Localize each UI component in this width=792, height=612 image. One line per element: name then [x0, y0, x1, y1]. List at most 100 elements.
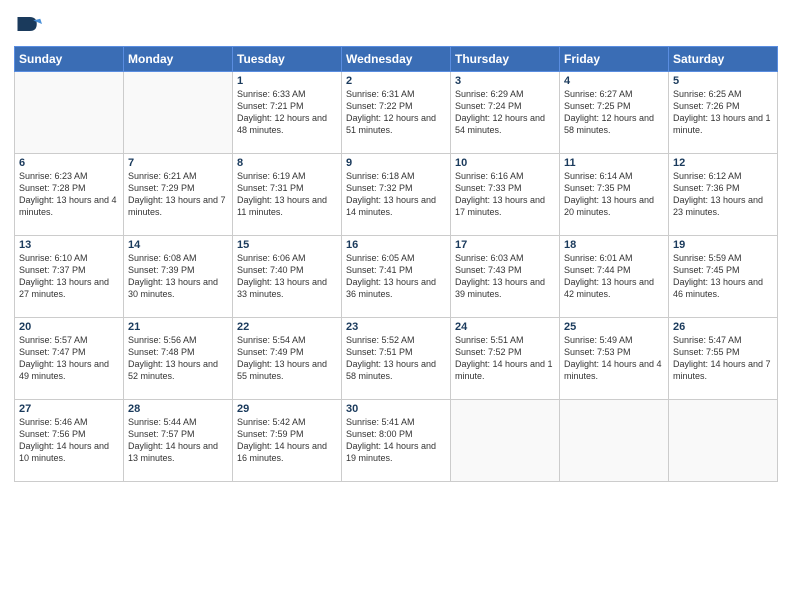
day-cell: [15, 72, 124, 154]
day-info: Sunrise: 6:08 AM Sunset: 7:39 PM Dayligh…: [128, 252, 228, 301]
weekday-header-monday: Monday: [124, 47, 233, 72]
day-cell: 11Sunrise: 6:14 AM Sunset: 7:35 PM Dayli…: [560, 154, 669, 236]
day-info: Sunrise: 5:54 AM Sunset: 7:49 PM Dayligh…: [237, 334, 337, 383]
day-cell: 29Sunrise: 5:42 AM Sunset: 7:59 PM Dayli…: [233, 400, 342, 482]
logo-icon: [14, 10, 42, 38]
day-info: Sunrise: 6:12 AM Sunset: 7:36 PM Dayligh…: [673, 170, 773, 219]
day-number: 25: [564, 321, 664, 333]
page: SundayMondayTuesdayWednesdayThursdayFrid…: [0, 0, 792, 612]
day-number: 14: [128, 239, 228, 251]
day-cell: [669, 400, 778, 482]
day-number: 7: [128, 157, 228, 169]
day-number: 28: [128, 403, 228, 415]
day-cell: 23Sunrise: 5:52 AM Sunset: 7:51 PM Dayli…: [342, 318, 451, 400]
day-number: 16: [346, 239, 446, 251]
day-info: Sunrise: 6:01 AM Sunset: 7:44 PM Dayligh…: [564, 252, 664, 301]
day-info: Sunrise: 6:16 AM Sunset: 7:33 PM Dayligh…: [455, 170, 555, 219]
weekday-header-wednesday: Wednesday: [342, 47, 451, 72]
day-number: 18: [564, 239, 664, 251]
day-number: 26: [673, 321, 773, 333]
day-cell: 12Sunrise: 6:12 AM Sunset: 7:36 PM Dayli…: [669, 154, 778, 236]
day-number: 13: [19, 239, 119, 251]
day-cell: 22Sunrise: 5:54 AM Sunset: 7:49 PM Dayli…: [233, 318, 342, 400]
day-cell: 15Sunrise: 6:06 AM Sunset: 7:40 PM Dayli…: [233, 236, 342, 318]
day-info: Sunrise: 5:56 AM Sunset: 7:48 PM Dayligh…: [128, 334, 228, 383]
day-info: Sunrise: 5:52 AM Sunset: 7:51 PM Dayligh…: [346, 334, 446, 383]
day-number: 2: [346, 75, 446, 87]
day-cell: 9Sunrise: 6:18 AM Sunset: 7:32 PM Daylig…: [342, 154, 451, 236]
calendar-table: SundayMondayTuesdayWednesdayThursdayFrid…: [14, 46, 778, 482]
day-cell: 10Sunrise: 6:16 AM Sunset: 7:33 PM Dayli…: [451, 154, 560, 236]
day-number: 1: [237, 75, 337, 87]
day-info: Sunrise: 5:49 AM Sunset: 7:53 PM Dayligh…: [564, 334, 664, 383]
day-cell: 3Sunrise: 6:29 AM Sunset: 7:24 PM Daylig…: [451, 72, 560, 154]
day-cell: 8Sunrise: 6:19 AM Sunset: 7:31 PM Daylig…: [233, 154, 342, 236]
day-number: 24: [455, 321, 555, 333]
day-cell: 26Sunrise: 5:47 AM Sunset: 7:55 PM Dayli…: [669, 318, 778, 400]
day-cell: 20Sunrise: 5:57 AM Sunset: 7:47 PM Dayli…: [15, 318, 124, 400]
day-info: Sunrise: 6:10 AM Sunset: 7:37 PM Dayligh…: [19, 252, 119, 301]
day-info: Sunrise: 5:57 AM Sunset: 7:47 PM Dayligh…: [19, 334, 119, 383]
day-info: Sunrise: 5:42 AM Sunset: 7:59 PM Dayligh…: [237, 416, 337, 465]
day-cell: [451, 400, 560, 482]
day-cell: 1Sunrise: 6:33 AM Sunset: 7:21 PM Daylig…: [233, 72, 342, 154]
day-cell: 4Sunrise: 6:27 AM Sunset: 7:25 PM Daylig…: [560, 72, 669, 154]
day-number: 10: [455, 157, 555, 169]
day-number: 9: [346, 157, 446, 169]
day-number: 21: [128, 321, 228, 333]
week-row-5: 27Sunrise: 5:46 AM Sunset: 7:56 PM Dayli…: [15, 400, 778, 482]
weekday-header-row: SundayMondayTuesdayWednesdayThursdayFrid…: [15, 47, 778, 72]
day-info: Sunrise: 6:05 AM Sunset: 7:41 PM Dayligh…: [346, 252, 446, 301]
weekday-header-friday: Friday: [560, 47, 669, 72]
day-cell: 25Sunrise: 5:49 AM Sunset: 7:53 PM Dayli…: [560, 318, 669, 400]
day-number: 3: [455, 75, 555, 87]
day-cell: 7Sunrise: 6:21 AM Sunset: 7:29 PM Daylig…: [124, 154, 233, 236]
day-info: Sunrise: 5:44 AM Sunset: 7:57 PM Dayligh…: [128, 416, 228, 465]
day-cell: 28Sunrise: 5:44 AM Sunset: 7:57 PM Dayli…: [124, 400, 233, 482]
weekday-header-thursday: Thursday: [451, 47, 560, 72]
logo: [14, 10, 44, 38]
weekday-header-sunday: Sunday: [15, 47, 124, 72]
week-row-1: 1Sunrise: 6:33 AM Sunset: 7:21 PM Daylig…: [15, 72, 778, 154]
day-cell: 16Sunrise: 6:05 AM Sunset: 7:41 PM Dayli…: [342, 236, 451, 318]
day-number: 17: [455, 239, 555, 251]
day-cell: 27Sunrise: 5:46 AM Sunset: 7:56 PM Dayli…: [15, 400, 124, 482]
day-info: Sunrise: 6:31 AM Sunset: 7:22 PM Dayligh…: [346, 88, 446, 137]
day-cell: 17Sunrise: 6:03 AM Sunset: 7:43 PM Dayli…: [451, 236, 560, 318]
day-cell: 14Sunrise: 6:08 AM Sunset: 7:39 PM Dayli…: [124, 236, 233, 318]
day-info: Sunrise: 6:18 AM Sunset: 7:32 PM Dayligh…: [346, 170, 446, 219]
day-number: 12: [673, 157, 773, 169]
day-number: 27: [19, 403, 119, 415]
day-info: Sunrise: 5:41 AM Sunset: 8:00 PM Dayligh…: [346, 416, 446, 465]
day-info: Sunrise: 6:27 AM Sunset: 7:25 PM Dayligh…: [564, 88, 664, 137]
day-number: 6: [19, 157, 119, 169]
day-cell: 24Sunrise: 5:51 AM Sunset: 7:52 PM Dayli…: [451, 318, 560, 400]
day-cell: 13Sunrise: 6:10 AM Sunset: 7:37 PM Dayli…: [15, 236, 124, 318]
header: [14, 10, 778, 38]
day-info: Sunrise: 6:14 AM Sunset: 7:35 PM Dayligh…: [564, 170, 664, 219]
day-number: 23: [346, 321, 446, 333]
day-number: 5: [673, 75, 773, 87]
weekday-header-saturday: Saturday: [669, 47, 778, 72]
day-number: 20: [19, 321, 119, 333]
day-cell: 5Sunrise: 6:25 AM Sunset: 7:26 PM Daylig…: [669, 72, 778, 154]
day-number: 11: [564, 157, 664, 169]
day-cell: 18Sunrise: 6:01 AM Sunset: 7:44 PM Dayli…: [560, 236, 669, 318]
day-info: Sunrise: 6:25 AM Sunset: 7:26 PM Dayligh…: [673, 88, 773, 137]
week-row-4: 20Sunrise: 5:57 AM Sunset: 7:47 PM Dayli…: [15, 318, 778, 400]
day-info: Sunrise: 6:29 AM Sunset: 7:24 PM Dayligh…: [455, 88, 555, 137]
day-info: Sunrise: 5:47 AM Sunset: 7:55 PM Dayligh…: [673, 334, 773, 383]
day-info: Sunrise: 5:59 AM Sunset: 7:45 PM Dayligh…: [673, 252, 773, 301]
day-info: Sunrise: 6:19 AM Sunset: 7:31 PM Dayligh…: [237, 170, 337, 219]
week-row-3: 13Sunrise: 6:10 AM Sunset: 7:37 PM Dayli…: [15, 236, 778, 318]
day-number: 19: [673, 239, 773, 251]
day-number: 15: [237, 239, 337, 251]
day-cell: 19Sunrise: 5:59 AM Sunset: 7:45 PM Dayli…: [669, 236, 778, 318]
day-cell: 2Sunrise: 6:31 AM Sunset: 7:22 PM Daylig…: [342, 72, 451, 154]
weekday-header-tuesday: Tuesday: [233, 47, 342, 72]
week-row-2: 6Sunrise: 6:23 AM Sunset: 7:28 PM Daylig…: [15, 154, 778, 236]
day-cell: 21Sunrise: 5:56 AM Sunset: 7:48 PM Dayli…: [124, 318, 233, 400]
day-info: Sunrise: 6:06 AM Sunset: 7:40 PM Dayligh…: [237, 252, 337, 301]
day-number: 4: [564, 75, 664, 87]
day-info: Sunrise: 6:21 AM Sunset: 7:29 PM Dayligh…: [128, 170, 228, 219]
